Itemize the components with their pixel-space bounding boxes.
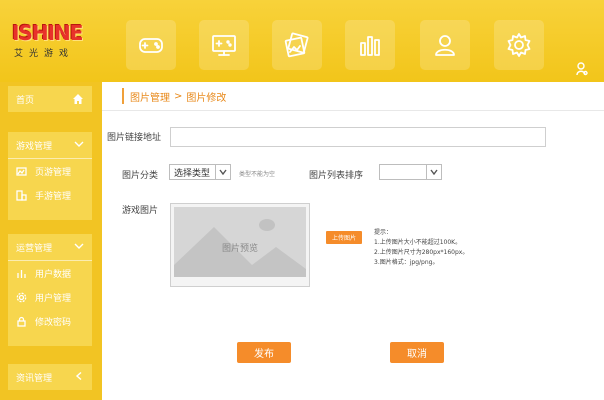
divider — [102, 110, 604, 111]
image-placeholder: 图片预览 — [174, 207, 306, 283]
account-icon[interactable] — [576, 62, 588, 76]
sidebar-item-change-password[interactable]: 修改密码 — [8, 309, 92, 333]
gear-icon — [507, 33, 531, 57]
nav-games-button[interactable] — [126, 20, 176, 70]
upload-image-button[interactable]: 上传图片 — [326, 231, 362, 244]
sidebar-group-game: 游戏管理 页游管理 手游管理 — [8, 132, 92, 220]
image-icon — [16, 166, 27, 176]
sidebar: 首页 游戏管理 页游管理 手游管理 运营管理 用户数据 用户管理 修改密码 资讯… — [0, 82, 102, 400]
image-preview: 图片预览 — [170, 203, 310, 287]
chevron-down-icon — [74, 140, 84, 151]
image-order-select[interactable] — [379, 164, 442, 180]
sidebar-item-label: 修改密码 — [35, 317, 72, 328]
chevron-down-icon — [426, 165, 441, 179]
image-category-label: 图片分类 — [122, 171, 159, 181]
image-category-select[interactable]: 选择类型 — [169, 164, 231, 180]
tip-line: 2.上传图片尺寸为280px*160px。 — [374, 249, 469, 256]
brand-logo[interactable]: ISHINE 艾光游戏 — [12, 22, 84, 66]
breadcrumb-current: 图片修改 — [186, 92, 227, 104]
top-header: ISHINE 艾光游戏 — [0, 0, 604, 82]
sidebar-group-game-title: 游戏管理 — [16, 141, 53, 152]
tips-title: 提示： — [374, 229, 393, 236]
sidebar-group-ops: 运营管理 用户数据 用户管理 修改密码 — [8, 234, 92, 346]
user-icon — [435, 35, 455, 56]
sidebar-item-label: 页游管理 — [35, 167, 72, 178]
sidebar-group-news-title: 资讯管理 — [16, 373, 53, 384]
sidebar-item-label: 手游管理 — [35, 191, 72, 202]
sidebar-group-ops-title: 运营管理 — [16, 243, 53, 254]
nav-settings-button[interactable] — [494, 20, 544, 70]
photos-icon — [284, 32, 309, 58]
breadcrumb-separator: > — [174, 90, 183, 102]
breadcrumb-parent[interactable]: 图片管理 — [130, 89, 170, 104]
cancel-button[interactable]: 取消 — [390, 342, 444, 363]
sidebar-group-news-header[interactable]: 资讯管理 — [8, 364, 92, 390]
nav-console-button[interactable] — [199, 20, 249, 70]
chevron-down-icon — [215, 165, 230, 179]
sidebar-home-label: 首页 — [16, 95, 35, 106]
sidebar-item-mobile-games[interactable]: 手游管理 — [8, 183, 92, 207]
upload-tips: 提示： 1.上传图片大小不能超过100K。 2.上传图片尺寸为280px*160… — [374, 228, 468, 268]
bar-chart-icon — [360, 36, 380, 56]
gear-icon — [16, 292, 27, 302]
lock-icon — [17, 316, 26, 327]
sidebar-item-home[interactable]: 首页 — [8, 86, 92, 112]
game-image-label: 游戏图片 — [122, 206, 159, 216]
chevron-down-icon — [74, 242, 84, 253]
tip-line: 3.图片格式：jpg/png。 — [374, 259, 439, 266]
image-url-label: 图片链接地址 — [107, 133, 162, 143]
publish-button[interactable]: 发布 — [237, 342, 291, 363]
sidebar-group-ops-header[interactable]: 运营管理 — [8, 234, 92, 260]
image-category-value: 选择类型 — [174, 168, 211, 179]
nav-images-button[interactable] — [272, 20, 322, 70]
bar-chart-icon — [17, 269, 26, 278]
sidebar-group-game-header[interactable]: 游戏管理 — [8, 132, 92, 158]
main-panel: 图片管理 > 图片修改 图片链接地址 图片分类 选择类型 类型不能为空 图片列表… — [102, 82, 604, 400]
image-url-input[interactable] — [170, 127, 546, 147]
sidebar-item-web-games[interactable]: 页游管理 — [8, 159, 92, 183]
mobile-icon — [16, 189, 27, 201]
brand-name: ISHINE — [12, 21, 83, 45]
sidebar-item-user-data[interactable]: 用户数据 — [8, 261, 92, 285]
sidebar-item-user-mgmt[interactable]: 用户管理 — [8, 285, 92, 309]
preview-text: 图片预览 — [221, 244, 258, 254]
chevron-left-icon — [74, 371, 84, 383]
category-hint: 类型不能为空 — [239, 171, 276, 178]
home-icon — [73, 94, 83, 104]
tip-line: 1.上传图片大小不能超过100K。 — [374, 239, 462, 246]
sidebar-item-label: 用户数据 — [35, 269, 72, 280]
monitor-icon — [212, 35, 236, 56]
sidebar-group-news: 资讯管理 — [8, 364, 92, 390]
nav-users-button[interactable] — [420, 20, 470, 70]
nav-stats-button[interactable] — [345, 20, 395, 70]
image-order-label: 图片列表排序 — [309, 171, 364, 181]
sidebar-item-label: 用户管理 — [35, 293, 72, 304]
breadcrumb: 图片管理 > 图片修改 — [122, 88, 226, 104]
brand-subtitle: 艾光游戏 — [14, 49, 75, 59]
gamepad-icon — [139, 38, 163, 53]
